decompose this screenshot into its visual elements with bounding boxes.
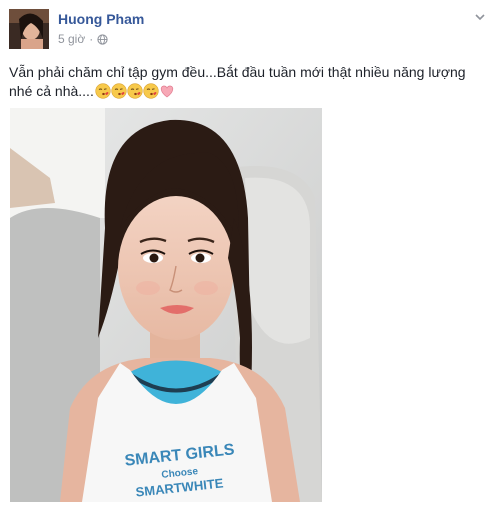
post-message-text: Vẫn phải chăm chỉ tập gym đều...Bắt đầu … — [9, 64, 466, 99]
chevron-down-icon[interactable] — [473, 10, 487, 24]
kiss-face-icon — [95, 83, 111, 99]
pink-heart-icon — [160, 85, 173, 98]
avatar[interactable] — [9, 9, 49, 49]
profile-picture — [9, 9, 49, 49]
kiss-face-icon — [143, 83, 159, 99]
post-timestamp[interactable]: 5 giờ — [58, 32, 85, 46]
post-photo[interactable]: SMART GIRLS Choose SMARTWHITE — [10, 108, 322, 502]
kiss-face-icon — [127, 83, 143, 99]
author-name[interactable]: Huong Pham — [58, 11, 144, 27]
selfie-image: SMART GIRLS Choose SMARTWHITE — [10, 108, 322, 502]
kiss-face-icon — [111, 83, 127, 99]
post-message: Vẫn phải chăm chỉ tập gym đều...Bắt đầu … — [9, 63, 484, 101]
emoji-group — [95, 83, 175, 99]
globe-icon[interactable] — [97, 33, 108, 45]
post-meta: 5 giờ · — [58, 32, 108, 46]
meta-separator: · — [89, 32, 94, 46]
facebook-post: Huong Pham 5 giờ · Vẫn phải chăm chỉ tập… — [0, 0, 495, 513]
